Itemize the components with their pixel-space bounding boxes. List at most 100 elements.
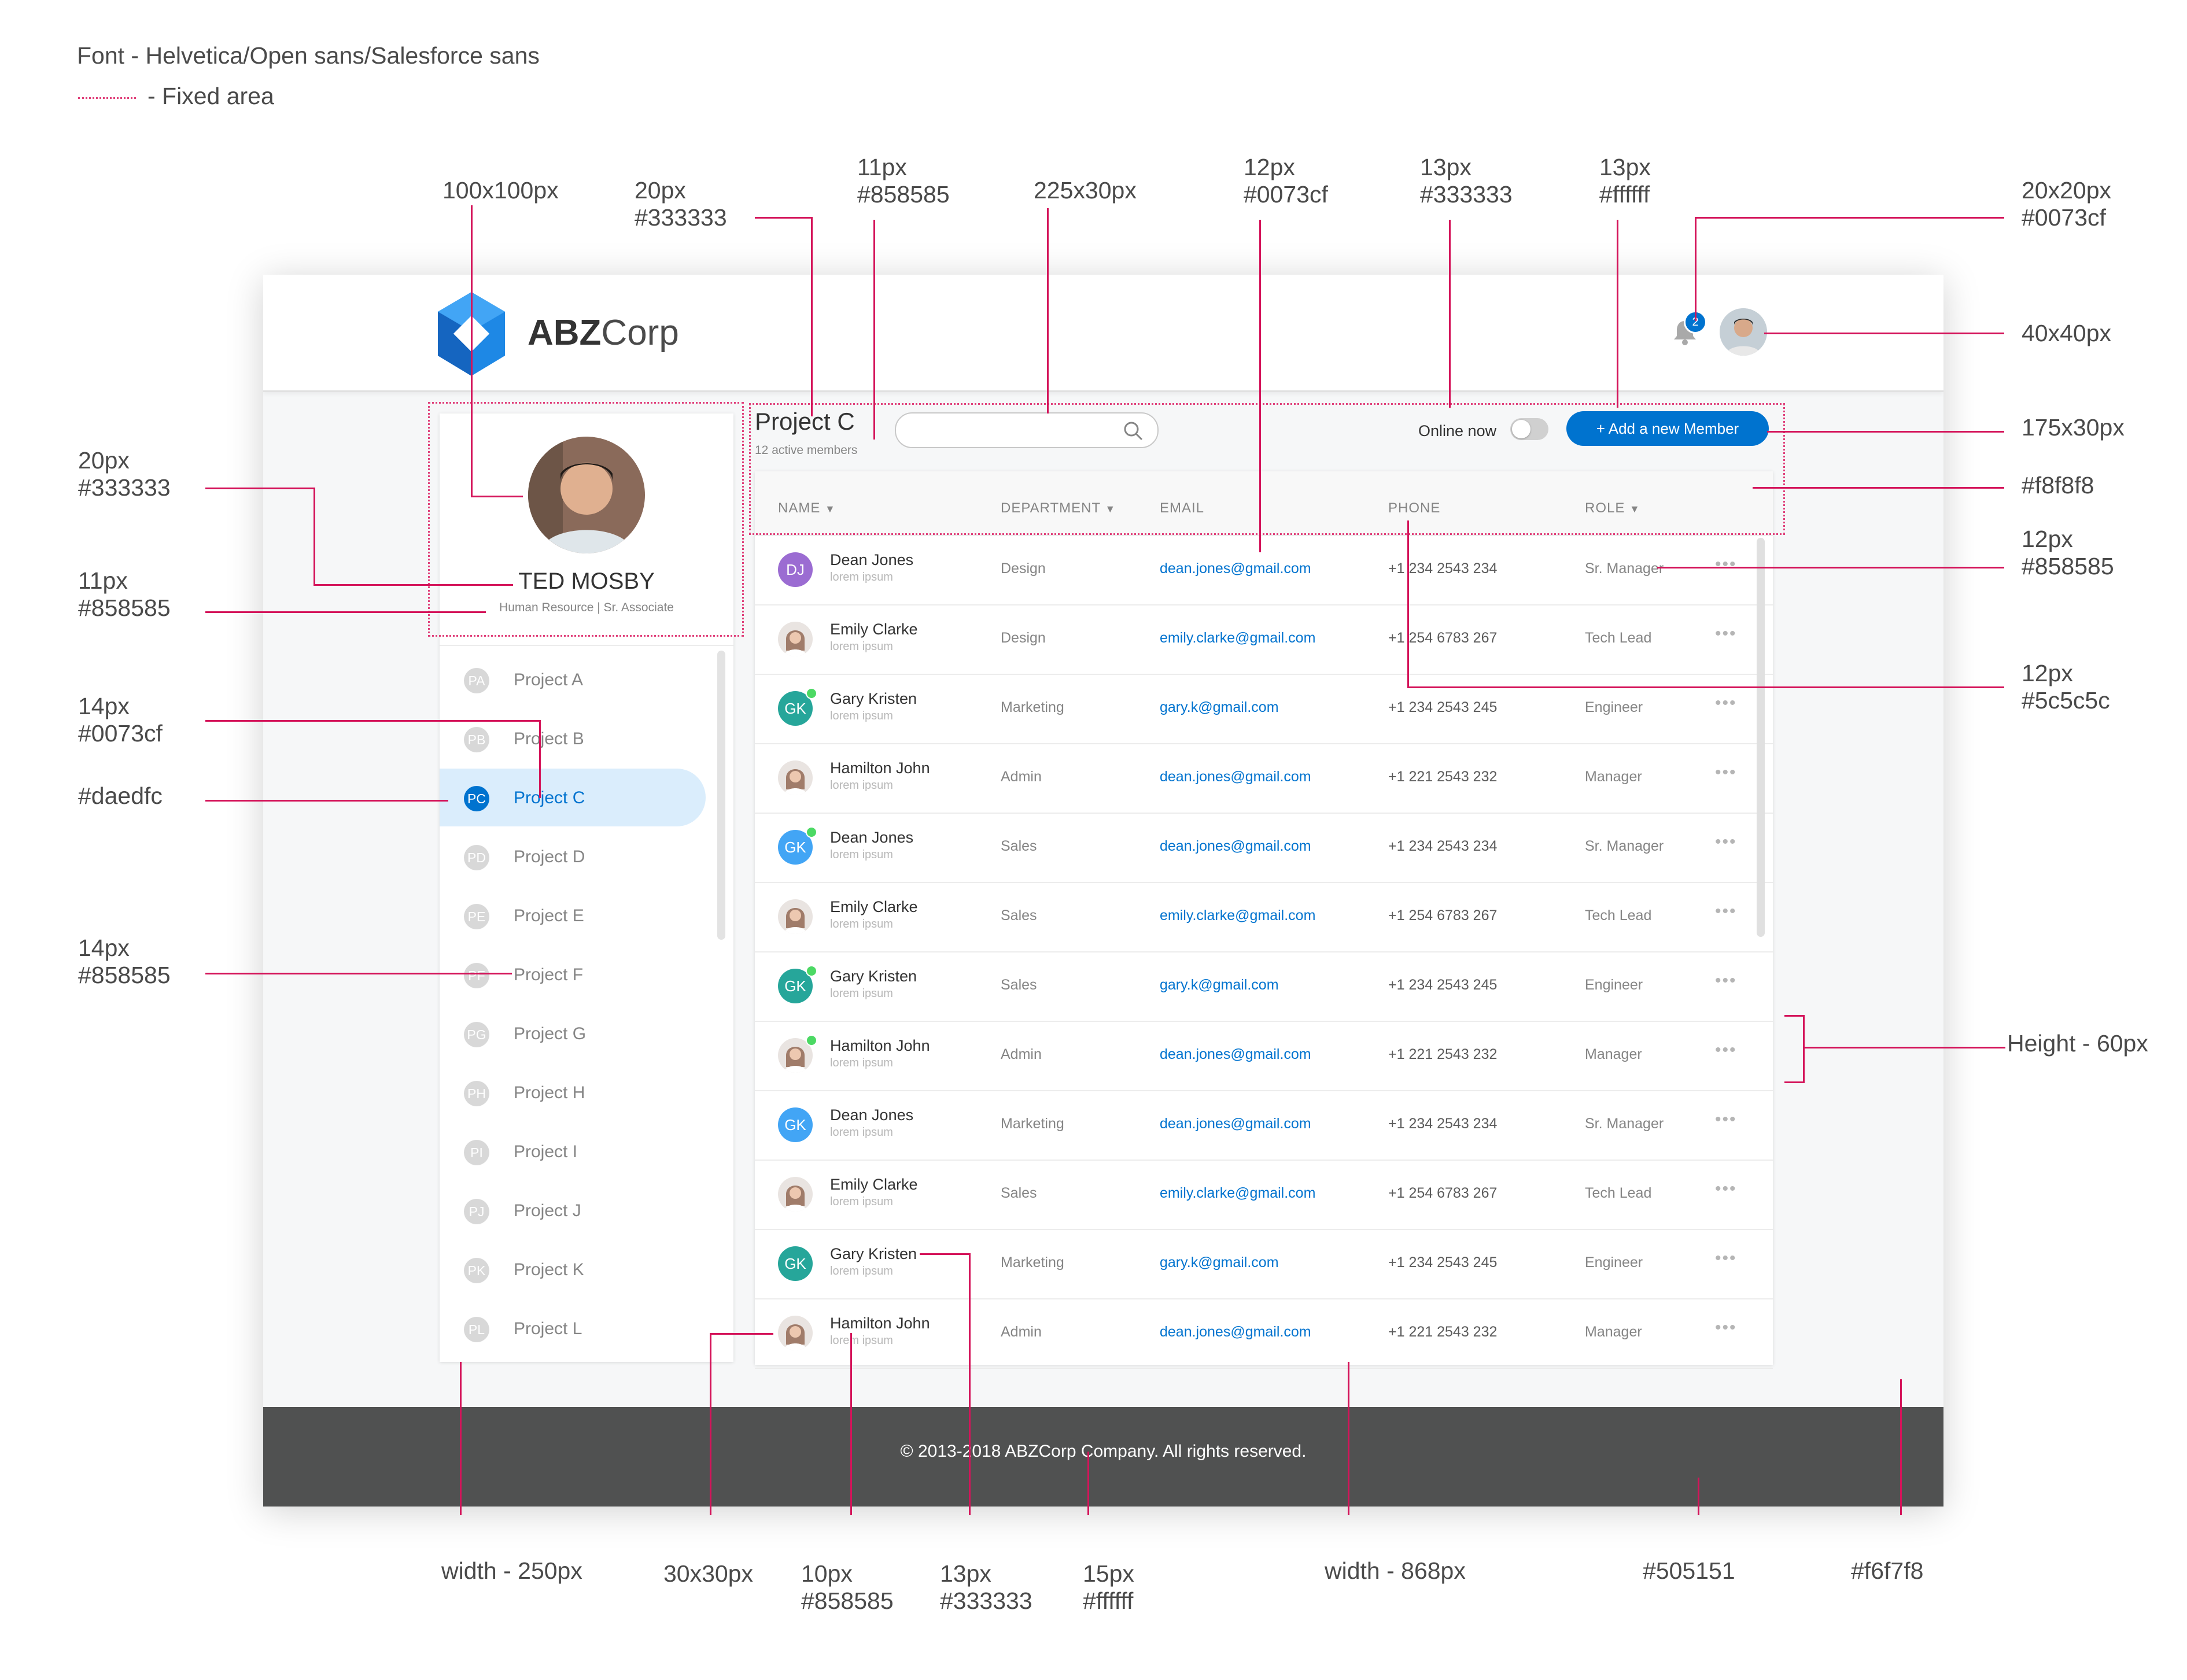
- table-row[interactable]: DJ Dean Jones lorem ipsum Design dean.jones@…: [755, 535, 1773, 605]
- member-email-link[interactable]: gary.k@gmail.com: [1160, 699, 1279, 716]
- sidebar-item-pa[interactable]: PA Project A: [440, 651, 706, 708]
- note-notif-color: #0073cf: [2022, 204, 2106, 231]
- member-phone: +1 221 2543 232: [1388, 1046, 1498, 1062]
- note-search-size: 225x30px: [1034, 177, 1137, 204]
- project-label: Project F: [514, 965, 584, 984]
- member-email-link[interactable]: emily.clarke@gmail.com: [1160, 630, 1315, 647]
- online-status-dot: [806, 1035, 817, 1046]
- table-row[interactable]: Emily Clarke lorem ipsum Design emily.clark…: [755, 604, 1773, 675]
- note-position-color: #858585: [78, 595, 171, 621]
- member-photo-avatar: [778, 760, 813, 795]
- more-options-icon[interactable]: •••: [1715, 624, 1737, 644]
- sidebar-scrollbar[interactable]: [717, 651, 725, 940]
- note-page-bg: #f6f7f8: [1851, 1557, 1924, 1584]
- more-options-icon[interactable]: •••: [1715, 971, 1737, 991]
- sidebar-item-pb[interactable]: PB Project B: [440, 710, 706, 767]
- member-email-link[interactable]: dean.jones@gmail.com: [1160, 560, 1311, 577]
- leader-phone: [1407, 520, 1409, 688]
- sidebar-item-pg[interactable]: PG Project G: [440, 1005, 706, 1062]
- table-row[interactable]: GK Gary Kristen lorem ipsum Marketing gary.k…: [755, 1229, 1773, 1299]
- note-header-bg: #f8f8f8: [2022, 472, 2094, 499]
- leader-header-bg: [1753, 487, 2004, 489]
- more-options-icon[interactable]: •••: [1715, 832, 1737, 852]
- member-department: Sales: [1001, 907, 1037, 924]
- table-row[interactable]: Hamilton John lorem ipsum Admin dean.jones@…: [755, 743, 1773, 814]
- member-email-link[interactable]: dean.jones@gmail.com: [1160, 1046, 1311, 1063]
- footer-copyright: © 2013-2018 ABZCorp Company. All rights …: [900, 1442, 1307, 1461]
- member-initials-avatar: GK: [778, 1246, 813, 1281]
- member-role: Tech Lead: [1585, 630, 1652, 646]
- member-name: Hamilton John: [830, 1037, 930, 1054]
- sidebar-item-pd[interactable]: PD Project D: [440, 828, 706, 885]
- member-name: Dean Jones: [830, 551, 914, 568]
- font-note: Font - Helvetica/Open sans/Salesforce sa…: [77, 42, 540, 69]
- notification-button[interactable]: 2: [1668, 311, 1707, 349]
- user-avatar[interactable]: [1720, 308, 1767, 356]
- more-options-icon[interactable]: •••: [1715, 1040, 1737, 1060]
- member-name: Hamilton John: [830, 759, 930, 777]
- more-options-icon[interactable]: •••: [1715, 1179, 1737, 1199]
- sidebar-item-ph[interactable]: PH Project H: [440, 1064, 706, 1121]
- member-email-link[interactable]: emily.clarke@gmail.com: [1160, 1185, 1315, 1202]
- leader-title-h: [755, 217, 813, 219]
- project-label: Project H: [514, 1083, 585, 1102]
- sidebar-item-pe[interactable]: PE Project E: [440, 887, 706, 944]
- table-row[interactable]: Emily Clarke lorem ipsum Sales emily.clarke…: [755, 882, 1773, 952]
- note-row-height: Height - 60px: [2007, 1030, 2148, 1057]
- project-list: PA Project A PB Project B PC Project C PD Proje…: [440, 651, 706, 1362]
- table-row[interactable]: Emily Clarke lorem ipsum Sales emily.clarke…: [755, 1160, 1773, 1230]
- note-online-size: 13px: [1420, 154, 1471, 180]
- member-email-link[interactable]: dean.jones@gmail.com: [1160, 838, 1311, 855]
- member-email-link[interactable]: gary.k@gmail.com: [1160, 977, 1279, 994]
- leader-active-v: [539, 720, 541, 798]
- member-department: Sales: [1001, 1185, 1037, 1201]
- more-options-icon[interactable]: •••: [1715, 1318, 1737, 1338]
- sidebar-item-pf[interactable]: PF Project F: [440, 946, 706, 1003]
- leader-name-v: [314, 488, 315, 586]
- sidebar-item-pk[interactable]: PK Project K: [440, 1240, 706, 1298]
- note-email-color: #0073cf: [1244, 181, 1328, 208]
- sidebar-item-pj[interactable]: PJ Project J: [440, 1181, 706, 1239]
- more-options-icon[interactable]: •••: [1715, 1110, 1737, 1129]
- member-role: Engineer: [1585, 699, 1643, 715]
- sidebar-item-pi[interactable]: PI Project I: [440, 1123, 706, 1180]
- member-role: Tech Lead: [1585, 907, 1652, 924]
- table-row[interactable]: Hamilton John lorem ipsum Admin dean.jones@…: [755, 1021, 1773, 1091]
- member-email-link[interactable]: emily.clarke@gmail.com: [1160, 907, 1315, 924]
- more-options-icon[interactable]: •••: [1715, 555, 1737, 574]
- table-row[interactable]: GK Gary Kristen lorem ipsum Marketing gary.k…: [755, 674, 1773, 744]
- sidebar-item-pl[interactable]: PL Project L: [440, 1299, 706, 1357]
- sidebar-divider: [440, 645, 733, 646]
- member-email-link[interactable]: dean.jones@gmail.com: [1160, 1324, 1311, 1341]
- leader-table-width: [1348, 1362, 1349, 1515]
- project-badge: PJ: [464, 1199, 489, 1224]
- member-name: Gary Kristen: [830, 968, 917, 985]
- table-row[interactable]: GK Dean Jones lorem ipsum Sales dean.jones@g…: [755, 813, 1773, 883]
- note-email-size: 12px: [1244, 154, 1295, 180]
- more-options-icon[interactable]: •••: [1715, 1249, 1737, 1268]
- table-row[interactable]: Hamilton John lorem ipsum Admin dean.jones@…: [755, 1298, 1773, 1369]
- table-row[interactable]: GK Dean Jones lorem ipsum Marketing dean.jon…: [755, 1090, 1773, 1161]
- more-options-icon[interactable]: •••: [1715, 763, 1737, 782]
- online-status-dot: [806, 826, 817, 838]
- project-label: Project I: [514, 1142, 578, 1161]
- online-status-dot: [806, 965, 817, 977]
- more-options-icon[interactable]: •••: [1715, 902, 1737, 921]
- member-phone: +1 234 2543 234: [1388, 560, 1498, 577]
- leader-user-avatar: [1764, 333, 2004, 334]
- member-name: Gary Kristen: [830, 690, 917, 707]
- table-scrollbar[interactable]: [1757, 538, 1765, 937]
- project-label: Project G: [514, 1024, 587, 1043]
- member-email-link[interactable]: dean.jones@gmail.com: [1160, 769, 1311, 785]
- member-email-link[interactable]: dean.jones@gmail.com: [1160, 1116, 1311, 1132]
- note-member-name-color: #333333: [940, 1587, 1032, 1614]
- leader-member-name: [969, 1253, 971, 1515]
- more-options-icon[interactable]: •••: [1715, 693, 1737, 713]
- leader-avatar: [471, 205, 473, 497]
- table-row[interactable]: GK Gary Kristen lorem ipsum Sales gary.k@gma…: [755, 951, 1773, 1022]
- user-photo-icon: [1720, 308, 1767, 356]
- note-name-size: 20px: [78, 447, 130, 474]
- sidebar-item-pc[interactable]: PC Project C: [440, 769, 706, 826]
- member-department: Design: [1001, 560, 1046, 577]
- member-email-link[interactable]: gary.k@gmail.com: [1160, 1254, 1279, 1271]
